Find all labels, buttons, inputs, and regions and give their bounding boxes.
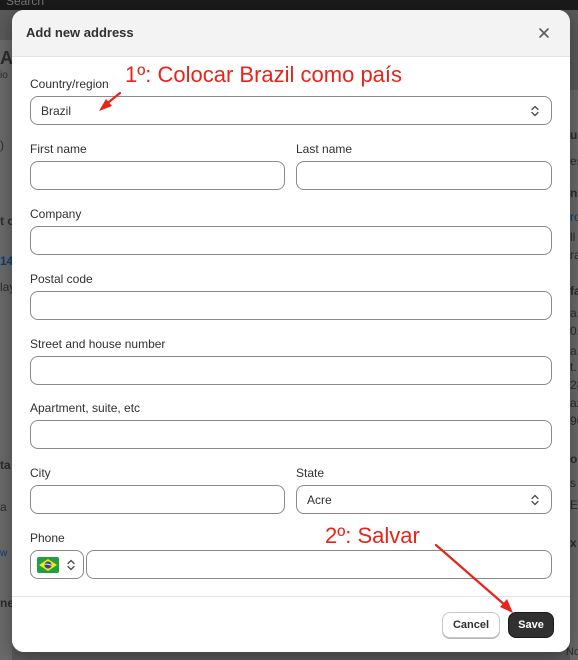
street-label: Street and house number — [30, 337, 166, 351]
state-label: State — [296, 466, 325, 480]
apartment-field[interactable] — [30, 420, 552, 449]
phone-number-field[interactable] — [86, 550, 552, 579]
background-fragment: t. — [570, 360, 577, 374]
background-fragment: az — [570, 396, 578, 410]
first-name-label: First name — [30, 142, 87, 156]
chevron-up-down-icon — [67, 559, 75, 570]
postal-code-field[interactable] — [30, 291, 552, 320]
country-select[interactable]: Brazil — [30, 96, 552, 125]
background-fragment: ro — [570, 210, 578, 224]
background-fragment: fa — [570, 284, 578, 298]
background-fragment: x — [570, 536, 577, 550]
street-field[interactable] — [30, 356, 552, 385]
country-select-value: Brazil — [41, 103, 72, 118]
background-top-bar: Search — [0, 0, 578, 10]
background-left-panel — [0, 40, 12, 660]
phone-country-select[interactable] — [30, 550, 84, 579]
annotation-step-2: 2º: Salvar — [325, 523, 420, 548]
close-icon[interactable] — [534, 23, 554, 43]
background-fragment: ta — [0, 458, 11, 472]
background-fragment: ll — [570, 230, 576, 244]
background-fragment: 96 — [570, 414, 578, 428]
background-fragment: a — [570, 306, 577, 320]
background-fragment: 0. — [570, 324, 578, 338]
background-fragment: a — [570, 344, 577, 358]
annotation-step-1: 1º: Colocar Brazil como país — [125, 62, 403, 87]
last-name-field[interactable] — [296, 161, 552, 190]
background-fragment: a — [0, 500, 7, 514]
background-search-label: Search — [6, 0, 45, 8]
last-name-label: Last name — [296, 142, 353, 156]
background-fragment: n — [570, 186, 578, 200]
background-fragment: es — [570, 154, 578, 168]
cancel-button[interactable]: Cancel — [442, 612, 500, 638]
company-label: Company — [30, 207, 82, 221]
phone-label: Phone — [30, 531, 65, 545]
background-fragment: io — [0, 70, 8, 81]
background-fragment: s — [570, 476, 576, 490]
background-right-panel — [570, 90, 578, 660]
background-fragment: w — [0, 548, 8, 559]
background-fragment: 28 — [570, 378, 578, 392]
background-fragment: ) — [0, 138, 4, 152]
chevron-up-down-icon — [531, 105, 539, 116]
state-select[interactable]: Acre — [296, 485, 552, 514]
modal-header: Add new address — [12, 10, 570, 57]
brazil-flag-icon — [37, 556, 59, 573]
country-label: Country/region — [30, 77, 109, 91]
postal-code-label: Postal code — [30, 272, 93, 286]
apartment-label: Apartment, suite, etc — [30, 401, 141, 415]
background-fragment: us — [570, 128, 578, 142]
background-fragment: on — [570, 452, 578, 466]
modal-title: Add new address — [26, 25, 134, 40]
state-select-value: Acre — [307, 492, 332, 507]
modal-footer: Cancel Save — [12, 596, 570, 652]
save-button[interactable]: Save — [508, 612, 554, 638]
first-name-field[interactable] — [30, 161, 285, 190]
background-fragment: ra — [570, 248, 578, 262]
add-address-modal: Add new address Country/region Brazil Fi… — [12, 10, 570, 652]
background-fragment: Er — [570, 498, 578, 512]
chevron-up-down-icon — [531, 494, 539, 505]
city-field[interactable] — [30, 485, 285, 514]
city-label: City — [30, 466, 51, 480]
company-field[interactable] — [30, 226, 552, 255]
